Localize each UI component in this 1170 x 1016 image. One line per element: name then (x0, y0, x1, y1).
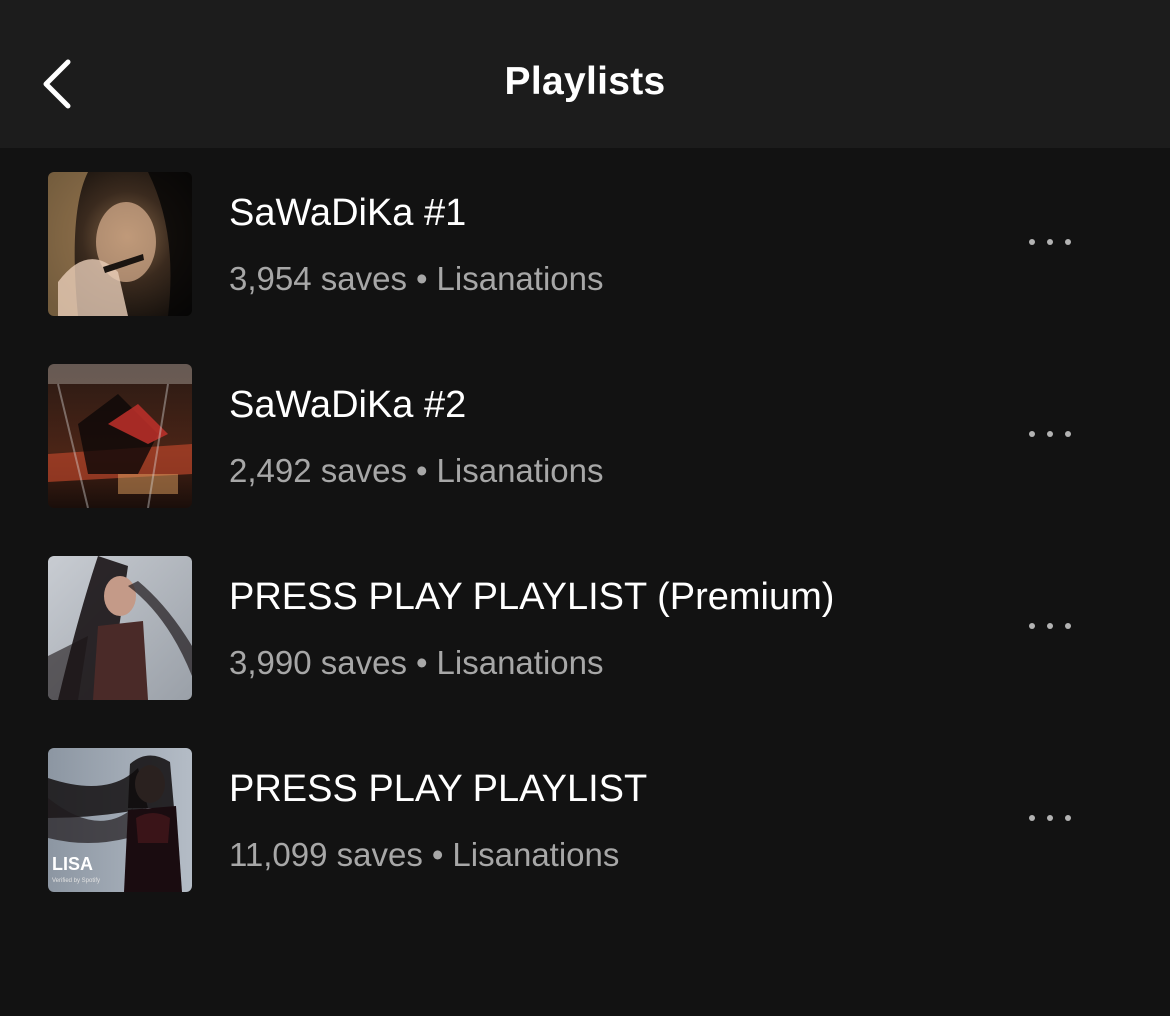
more-horizontal-icon (1029, 431, 1035, 437)
playlist-title: SaWaDiKa #2 (229, 384, 467, 426)
save-count: 3,954 saves (229, 260, 407, 297)
more-options-button[interactable] (1020, 412, 1080, 456)
more-horizontal-icon (1029, 239, 1035, 245)
playlist-cover-image (48, 172, 192, 316)
cover-verified-label: Verified by Spotify (52, 878, 101, 884)
separator-dot: • (431, 836, 444, 873)
playlist-cover-image: LISA Verified by Spotify (48, 748, 192, 892)
playlist-owner[interactable]: Lisanations (437, 452, 604, 489)
playlist-owner[interactable]: Lisanations (452, 836, 619, 873)
more-horizontal-icon (1029, 623, 1035, 629)
playlist-title: PRESS PLAY PLAYLIST (229, 768, 648, 810)
playlist-subtitle: 3,990 saves • Lisanations (229, 644, 603, 682)
playlist-cover-image (48, 556, 192, 700)
save-count: 2,492 saves (229, 452, 407, 489)
separator-dot: • (415, 260, 428, 297)
separator-dot: • (415, 452, 428, 489)
save-count: 3,990 saves (229, 644, 407, 681)
playlist-title: PRESS PLAY PLAYLIST (Premium) (229, 576, 835, 618)
more-horizontal-icon (1029, 815, 1035, 821)
more-options-button[interactable] (1020, 796, 1080, 840)
playlist-row[interactable]: LISA Verified by Spotify PRESS PLAY PLAY… (0, 724, 1170, 916)
playlist-row[interactable]: SaWaDiKa #2 2,492 saves • Lisanations (0, 340, 1170, 532)
playlist-row[interactable]: SaWaDiKa #1 3,954 saves • Lisanations (0, 148, 1170, 340)
save-count: 11,099 saves (229, 836, 423, 873)
more-options-button[interactable] (1020, 220, 1080, 264)
playlist-row[interactable]: PRESS PLAY PLAYLIST (Premium) 3,990 save… (0, 532, 1170, 724)
cover-artist-label: LISA (52, 854, 94, 874)
playlist-cover-image (48, 364, 192, 508)
more-options-button[interactable] (1020, 604, 1080, 648)
playlist-subtitle: 2,492 saves • Lisanations (229, 452, 603, 490)
page-title: Playlists (504, 60, 666, 103)
playlist-owner[interactable]: Lisanations (437, 644, 604, 681)
playlist-owner[interactable]: Lisanations (437, 260, 604, 297)
playlist-subtitle: 3,954 saves • Lisanations (229, 260, 603, 298)
top-bar: Playlists (0, 0, 1170, 148)
playlist-subtitle: 11,099 saves • Lisanations (229, 836, 619, 874)
separator-dot: • (415, 644, 428, 681)
playlist-title: SaWaDiKa #1 (229, 192, 467, 234)
